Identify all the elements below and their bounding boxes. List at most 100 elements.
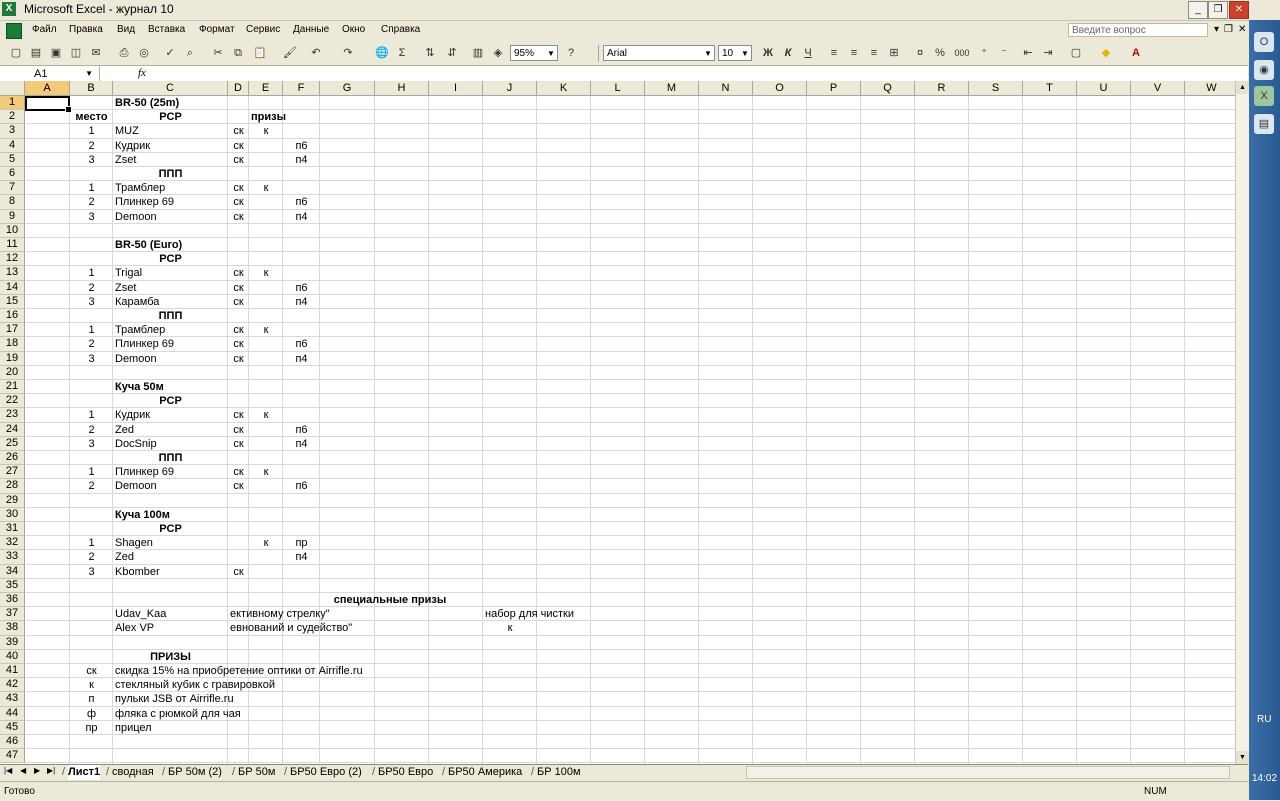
menu-window[interactable]: Окно (342, 24, 365, 35)
cell-b9[interactable]: 3 (70, 210, 113, 224)
cell-b7[interactable]: 1 (70, 181, 113, 195)
doc-minimize-button[interactable]: ▾ (1214, 24, 1219, 35)
cell-c34[interactable]: Kbomber (113, 565, 228, 579)
cell-e3[interactable]: к (249, 124, 283, 138)
row-header-4[interactable]: 4 (0, 138, 25, 153)
cell-d18[interactable]: ск (228, 337, 249, 351)
cell-c37[interactable]: Udav_Kaa (113, 607, 228, 621)
row-header-25[interactable]: 25 (0, 436, 25, 451)
minimize-button[interactable]: _ (1188, 1, 1208, 19)
cell-c15[interactable]: Карамба (113, 295, 228, 309)
cell-c12[interactable]: PCP (113, 252, 228, 266)
sheet-tab-7[interactable]: БР50 Америка (448, 765, 522, 780)
workbook-icon[interactable] (6, 23, 22, 39)
cell-b34[interactable]: 3 (70, 565, 113, 579)
row-header-39[interactable]: 39 (0, 635, 25, 650)
cell-b45[interactable]: пр (70, 721, 113, 735)
redo-icon[interactable]: ↷ (340, 45, 356, 61)
cell-c43[interactable]: пульки JSB от Airrifle.ru (113, 692, 234, 706)
cell-f8[interactable]: п6 (283, 195, 320, 209)
cell-d14[interactable]: ск (228, 281, 249, 295)
cell-c17[interactable]: Трамблер (113, 323, 228, 337)
row-header-14[interactable]: 14 (0, 280, 25, 295)
thousands-button[interactable]: 000 (954, 45, 970, 61)
cell-c24[interactable]: Zed (113, 423, 228, 437)
cell-d27[interactable]: ск (228, 465, 249, 479)
cell-b2[interactable]: место (70, 110, 113, 124)
cell-b14[interactable]: 2 (70, 281, 113, 295)
column-header-d[interactable]: D (228, 81, 249, 96)
chart-wizard-icon[interactable]: ▥ (470, 45, 486, 61)
cell-c40[interactable]: ПРИЗЫ (113, 650, 228, 664)
column-header-j[interactable]: J (483, 81, 537, 96)
cell-d17[interactable]: ск (228, 323, 249, 337)
cell-d25[interactable]: ск (228, 437, 249, 451)
doc-close-button[interactable]: ✕ (1238, 24, 1246, 35)
zoom-select[interactable]: 95% ▼ (510, 45, 558, 61)
cell-c42[interactable]: стекляный кубик с гравировкой (113, 678, 275, 692)
column-header-b[interactable]: B (70, 81, 113, 96)
doc-restore-button[interactable]: ❐ (1224, 24, 1233, 35)
prev-sheet-icon[interactable]: ◀ (20, 766, 26, 775)
column-header-h[interactable]: H (375, 81, 429, 96)
row-header-21[interactable]: 21 (0, 380, 25, 395)
row-header-30[interactable]: 30 (0, 507, 25, 522)
help-icon[interactable]: ? (563, 45, 579, 61)
cell-e13[interactable]: к (249, 266, 283, 280)
row-header-37[interactable]: 37 (0, 607, 25, 622)
cell-c19[interactable]: Demoon (113, 352, 228, 366)
vertical-scrollbar[interactable]: ▲ ▼ (1235, 81, 1249, 764)
column-header-m[interactable]: M (645, 81, 699, 96)
cell-g36[interactable]: специальные призы (290, 593, 490, 607)
sheet-tab-8[interactable]: БР 100м (537, 765, 581, 780)
cell-b24[interactable]: 2 (70, 423, 113, 437)
insert-function-icon[interactable]: fx (138, 67, 146, 79)
spreadsheet-grid[interactable]: A B C D E F G H I J K L M N O P Q R S T U V W 1 BR-50 (25m) 2 мест… (0, 81, 1235, 764)
menu-help[interactable]: Справка (381, 24, 420, 35)
row-header-38[interactable]: 38 (0, 621, 25, 636)
row-header-40[interactable]: 40 (0, 649, 25, 664)
row-header-34[interactable]: 34 (0, 564, 25, 579)
cell-d4[interactable]: ск (228, 139, 249, 153)
column-header-f[interactable]: F (283, 81, 320, 96)
cell-c30[interactable]: Куча 100м (113, 508, 228, 522)
row-header-27[interactable]: 27 (0, 465, 25, 480)
copy-icon[interactable]: ⧉ (230, 45, 246, 61)
cell-b23[interactable]: 1 (70, 408, 113, 422)
decrease-indent-icon[interactable]: ⇤ (1020, 45, 1036, 61)
row-header-24[interactable]: 24 (0, 422, 25, 437)
font-size-select[interactable]: 10 ▼ (718, 45, 752, 61)
new-icon[interactable]: ▢ (8, 45, 24, 61)
cell-f15[interactable]: п4 (283, 295, 320, 309)
column-header-s[interactable]: S (969, 81, 1023, 96)
cell-j38[interactable]: к (483, 621, 537, 635)
row-header-7[interactable]: 7 (0, 181, 25, 196)
sheet-tab-2[interactable]: сводная (112, 765, 154, 780)
row-header-12[interactable]: 12 (0, 252, 25, 267)
cell-c26[interactable]: ППП (113, 451, 228, 465)
paste-icon[interactable]: 📋 (252, 45, 268, 61)
cell-d24[interactable]: ск (228, 423, 249, 437)
row-header-3[interactable]: 3 (0, 124, 25, 139)
hyperlink-icon[interactable]: 🌐 (374, 45, 390, 61)
cell-f25[interactable]: п4 (283, 437, 320, 451)
row-header-19[interactable]: 19 (0, 351, 25, 366)
cell-c2[interactable]: PCP (113, 110, 228, 124)
cell-f5[interactable]: п4 (283, 153, 320, 167)
row-header-28[interactable]: 28 (0, 479, 25, 494)
cell-c38[interactable]: Alex VP (113, 621, 228, 635)
column-header-q[interactable]: Q (861, 81, 915, 96)
cell-c6[interactable]: ППП (113, 167, 228, 181)
cell-d9[interactable]: ск (228, 210, 249, 224)
excel-icon[interactable]: X (2, 2, 16, 16)
cell-c27[interactable]: Плинкер 69 (113, 465, 228, 479)
cell-d28[interactable]: ск (228, 479, 249, 493)
column-header-g[interactable]: G (320, 81, 375, 96)
cell-d8[interactable]: ск (228, 195, 249, 209)
row-header-32[interactable]: 32 (0, 536, 25, 551)
column-header-c[interactable]: C (113, 81, 228, 96)
cell-f28[interactable]: п6 (283, 479, 320, 493)
name-box[interactable]: A1 ▼ (0, 66, 100, 82)
decrease-decimal-icon[interactable]: ⁻ (996, 45, 1012, 61)
cell-d13[interactable]: ск (228, 266, 249, 280)
